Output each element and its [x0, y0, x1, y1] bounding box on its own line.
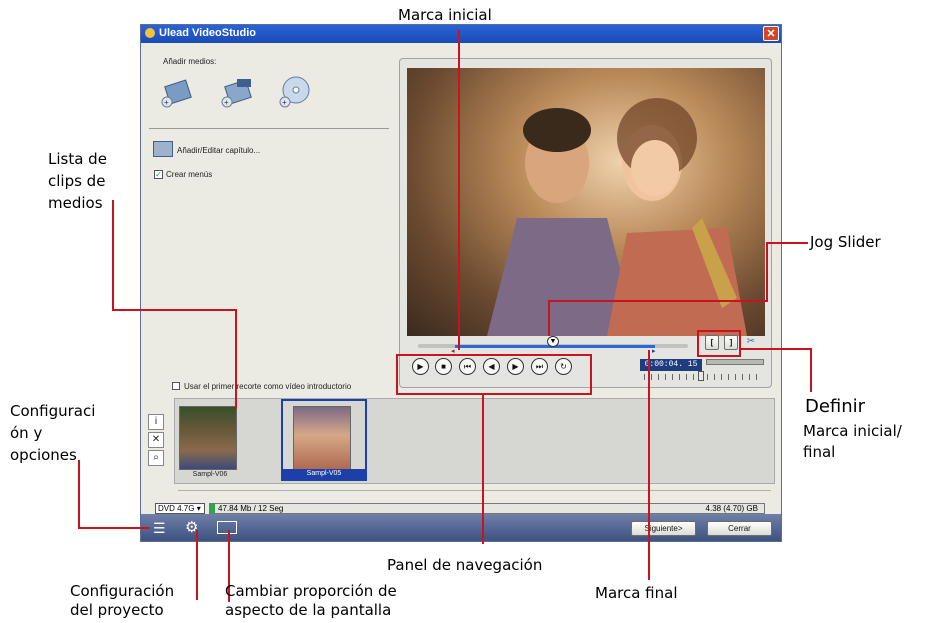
callout-config-2: ón y	[10, 424, 43, 442]
app-window: Ulead VideoStudio ✕ Añadir medios: + + +…	[140, 24, 782, 542]
create-menus-label: Crear menús	[166, 170, 213, 179]
clip-label: Sampl-V06	[192, 471, 228, 478]
callout-line-lista-clips	[112, 200, 114, 310]
callout-line-definir-v	[810, 348, 812, 392]
disc-capacity-text: 4.38 (4.70) GB	[705, 504, 758, 513]
info-button[interactable]: i	[148, 414, 164, 430]
media-clip-list: Sampl-V06 Sampl-V05	[174, 398, 775, 484]
callout-marca-final: Marca final	[595, 584, 678, 602]
intro-clip-checkbox[interactable]	[172, 382, 180, 390]
callout-box-definir-right	[739, 330, 741, 356]
clip-thumbnail	[179, 406, 237, 470]
callout-line-jog-h	[548, 300, 768, 302]
settings-options-icon[interactable]: ☰	[153, 520, 175, 536]
svg-text:+: +	[164, 98, 169, 107]
add-vob-icon[interactable]: +	[219, 75, 253, 109]
callout-line-config	[78, 460, 80, 528]
go-to-end-button[interactable]: ⏭	[531, 358, 548, 375]
add-video-icon[interactable]: +	[159, 75, 193, 109]
previous-frame-button[interactable]: ◀	[483, 358, 500, 375]
repeat-button[interactable]: ↻	[555, 358, 572, 375]
callout-line-marca-inicial	[458, 30, 460, 350]
callout-box-nav-bottom	[396, 393, 592, 395]
preview-panel: ▼ ◂ ▸ [ ] ✂ ▶ ■ ⏮ ◀ ▶ ⏭ ↻ 0:00:04. 15	[399, 58, 772, 388]
shuttle-handle[interactable]	[698, 371, 704, 381]
callout-line-jog	[768, 242, 808, 244]
clip-scrollbar[interactable]	[174, 488, 775, 493]
callout-box-nav-left	[396, 354, 398, 394]
shuttle-slider[interactable]	[706, 359, 764, 365]
add-chapter-icon[interactable]	[153, 141, 173, 157]
go-to-start-button[interactable]: ⏮	[459, 358, 476, 375]
add-chapter-link[interactable]: Añadir/Editar capítulo...	[177, 146, 260, 155]
callout-definir: Definir	[805, 396, 866, 417]
stop-button[interactable]: ■	[435, 358, 452, 375]
callout-config-3: opciones	[10, 446, 77, 464]
callout-line-definir	[740, 348, 812, 350]
zoom-button[interactable]: ⌕	[148, 450, 164, 466]
navigation-panel: ▶ ■ ⏮ ◀ ▶ ⏭ ↻	[404, 356, 592, 378]
jog-slider-handle[interactable]: ▼	[547, 336, 559, 347]
callout-box-definir-top	[697, 330, 741, 332]
clip-label: Sampl-V05	[283, 469, 365, 479]
add-disc-icon[interactable]: +	[277, 75, 311, 109]
disc-usage-text: 47.84 Mb / 12 Seg	[218, 504, 284, 513]
callout-box-definir-bottom	[697, 355, 741, 357]
close-button[interactable]: Cerrar	[707, 521, 772, 536]
callout-line-nav	[482, 394, 484, 544]
callout-lista-clips-2: clips de	[48, 172, 106, 190]
clip-item[interactable]: Sampl-V06	[177, 401, 243, 481]
callout-box-definir-left	[697, 330, 699, 356]
create-menus-checkbox[interactable]: ✓	[154, 170, 163, 179]
svg-text:+: +	[282, 98, 287, 107]
disc-usage-bar: 47.84 Mb / 12 Seg 4.38 (4.70) GB	[209, 503, 765, 514]
intro-clip-label: Usar el primer recorte como vídeo introd…	[184, 382, 352, 391]
callout-marca-inicial: Marca inicial	[398, 6, 492, 24]
callout-jog-slider: Jog Slider	[810, 233, 881, 251]
next-button[interactable]: Siguiente>	[631, 521, 696, 536]
app-logo-icon	[145, 28, 155, 38]
callout-line-lista-clips-v	[235, 309, 237, 409]
callout-proyecto-2: del proyecto	[70, 601, 164, 619]
callout-line-lista-clips-h	[112, 309, 237, 311]
callout-lista-clips-1: Lista de	[48, 150, 107, 168]
window-close-button[interactable]: ✕	[763, 26, 779, 41]
callout-lista-clips-3: medios	[48, 194, 103, 212]
callout-line-jog-v	[766, 242, 768, 302]
video-preview	[407, 68, 765, 336]
window-title: Ulead VideoStudio	[159, 27, 256, 39]
callout-definir-sub-2: final	[803, 443, 836, 461]
callout-line-jog-tip	[548, 300, 550, 336]
callout-box-nav-top	[396, 354, 592, 356]
aspect-ratio-icon[interactable]	[217, 521, 237, 534]
delete-clip-button[interactable]: ✕	[148, 432, 164, 448]
callout-line-config-h	[78, 527, 150, 529]
disc-type-select[interactable]: DVD 4.7G ▾	[155, 503, 205, 514]
svg-text:+: +	[224, 98, 229, 107]
callout-box-nav-right	[590, 354, 592, 394]
disc-type-value: DVD 4.7G	[158, 504, 195, 513]
clip-item-selected[interactable]: Sampl-V05	[281, 399, 367, 481]
callout-panel-navegacion: Panel de navegación	[387, 556, 543, 574]
add-media-label: Añadir medios:	[163, 57, 217, 66]
disc-usage-fill	[210, 504, 215, 513]
callout-proyecto-1: Configuración	[70, 582, 175, 600]
callout-proporcion-2: aspecto de la pantalla	[225, 601, 392, 619]
mark-out-button[interactable]: ]	[724, 335, 738, 350]
mark-in-button[interactable]: [	[705, 335, 719, 350]
callout-line-proyecto	[196, 530, 198, 600]
callout-proporcion-1: Cambiar proporción de	[225, 582, 397, 600]
bottom-toolbar: ☰ ⚙ Siguiente> Cerrar	[141, 514, 781, 541]
divider	[149, 128, 389, 129]
mark-out-marker[interactable]: ▸	[652, 347, 656, 355]
callout-definir-sub-1: Marca inicial/	[803, 422, 902, 440]
clip-thumbnail	[293, 406, 351, 470]
title-bar[interactable]: Ulead VideoStudio ✕	[141, 25, 781, 43]
callout-line-marca-final	[648, 350, 650, 580]
callout-config-1: Configuraci	[10, 402, 96, 420]
play-button[interactable]: ▶	[412, 358, 429, 375]
next-frame-button[interactable]: ▶	[507, 358, 524, 375]
